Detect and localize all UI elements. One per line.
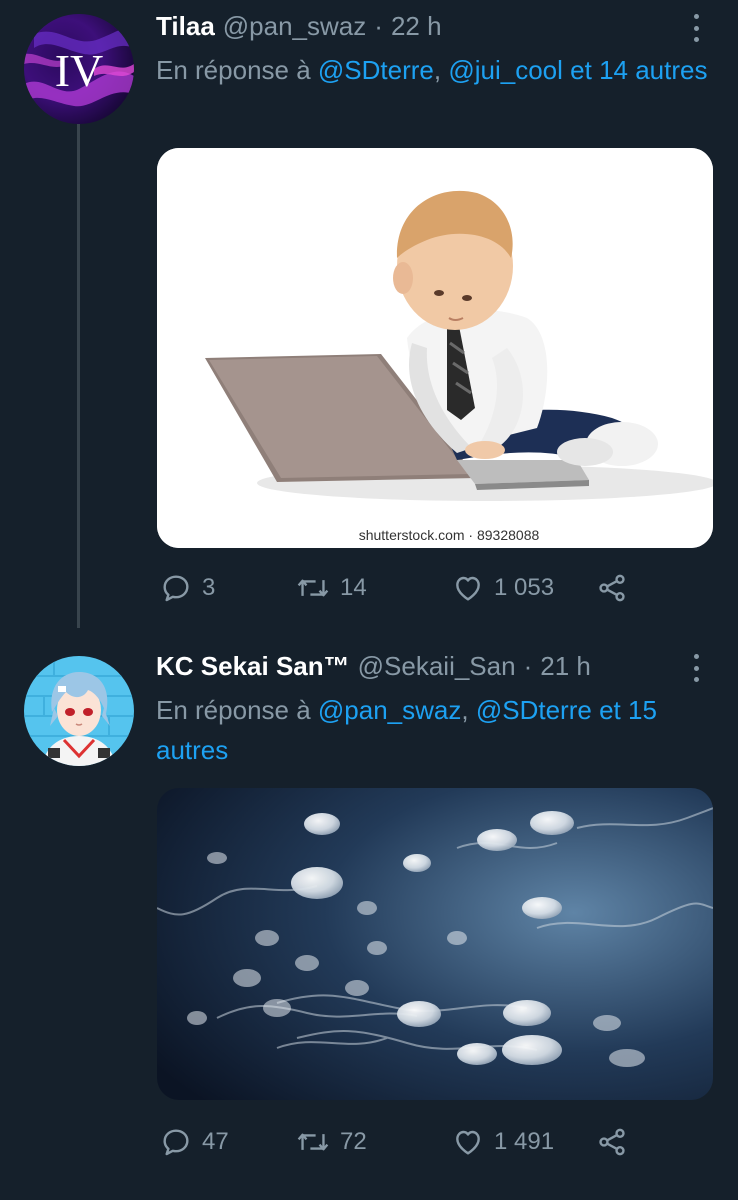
tweet-image[interactable]: shutterstock.com · 89328088	[157, 148, 713, 548]
reply-icon	[163, 575, 189, 602]
avatar[interactable]	[24, 656, 134, 766]
avatar-image: IV	[24, 14, 134, 124]
tweet-image[interactable]	[157, 788, 713, 1100]
more-options-icon[interactable]	[684, 654, 708, 682]
mention-link[interactable]: @jui_cool	[448, 55, 563, 85]
like-button[interactable]: 1 053	[452, 572, 596, 604]
reply-count: 3	[202, 574, 216, 601]
reply-icon	[163, 1129, 189, 1156]
reply-prefix: En réponse à	[156, 55, 311, 85]
heart-icon	[456, 576, 480, 601]
reply-separator: ,	[433, 55, 442, 85]
sperm-cells-image	[157, 788, 713, 1100]
mention-link[interactable]: @SDterre	[476, 695, 592, 725]
reply-and[interactable]: et	[599, 695, 621, 725]
tweet[interactable]: KC Sekai San™ @Sekaii_San · 21 h En répo…	[0, 640, 738, 1200]
baby-laptop-photo: shutterstock.com · 89328088	[157, 148, 713, 548]
timeline: IV Tilaa @pan_swaz · 22 h En réponse à @…	[0, 0, 738, 1200]
share-button[interactable]	[596, 572, 628, 604]
retweet-button[interactable]: 14	[296, 572, 452, 604]
more-options-icon[interactable]	[684, 14, 708, 42]
display-name[interactable]: Tilaa	[156, 11, 215, 42]
share-button[interactable]	[596, 1126, 628, 1158]
retweet-count: 14	[340, 574, 367, 601]
avatar[interactable]: IV	[24, 14, 134, 124]
heart-icon	[456, 1130, 480, 1155]
separator-dot: ·	[523, 650, 533, 681]
tweet-actions: 3 14 1 053	[160, 568, 640, 608]
share-icon	[599, 1128, 625, 1156]
reply-separator: ,	[461, 695, 469, 725]
like-count: 1 053	[494, 574, 555, 601]
svg-text:shutterstock.com · 89328088: shutterstock.com · 89328088	[359, 527, 540, 543]
reply-count: 47	[202, 1128, 229, 1155]
mention-link[interactable]: @pan_swaz	[318, 695, 461, 725]
user-handle[interactable]: @Sekaii_San	[358, 651, 516, 682]
reply-button[interactable]: 47	[160, 1126, 296, 1158]
reply-context: En réponse à @SDterre, @jui_cool et 14 a…	[156, 50, 716, 90]
reply-button[interactable]: 3	[160, 572, 296, 604]
retweet-icon	[297, 579, 329, 597]
svg-text:IV: IV	[55, 45, 104, 96]
avatar-image	[24, 656, 134, 766]
reply-and[interactable]: et	[570, 55, 592, 85]
separator-dot: ·	[374, 10, 383, 41]
tweet-actions: 47 72 1 491	[160, 1122, 640, 1162]
like-count: 1 491	[494, 1128, 555, 1155]
mention-link[interactable]: @SDterre	[318, 55, 434, 85]
reply-others-link[interactable]: 14 autres	[599, 55, 707, 85]
retweet-count: 72	[340, 1128, 367, 1155]
timestamp[interactable]: 21 h	[540, 651, 591, 682]
reply-context: En réponse à @pan_swaz, @SDterre et 15 a…	[156, 690, 716, 770]
timestamp[interactable]: 22 h	[391, 11, 442, 42]
like-button[interactable]: 1 491	[452, 1126, 596, 1158]
retweet-button[interactable]: 72	[296, 1126, 452, 1158]
retweet-icon	[297, 1133, 329, 1151]
user-handle[interactable]: @pan_swaz	[223, 11, 366, 42]
tweet-header: Tilaa @pan_swaz · 22 h	[156, 8, 678, 44]
tweet[interactable]: IV Tilaa @pan_swaz · 22 h En réponse à @…	[0, 0, 738, 640]
share-icon	[599, 574, 625, 602]
reply-prefix: En réponse à	[156, 695, 311, 725]
tweet-header: KC Sekai San™ @Sekaii_San · 21 h	[156, 648, 678, 684]
display-name[interactable]: KC Sekai San™	[156, 651, 350, 682]
